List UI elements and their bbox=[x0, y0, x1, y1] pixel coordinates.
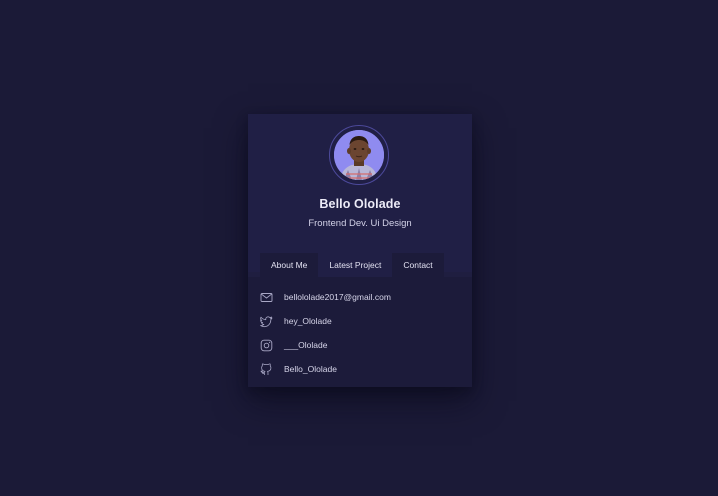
github-icon bbox=[260, 363, 273, 376]
avatar bbox=[334, 130, 384, 180]
tab-contact[interactable]: Contact bbox=[392, 253, 444, 277]
instagram-icon bbox=[260, 339, 273, 352]
profile-card: Bello Ololade Frontend Dev. Ui Design Ab… bbox=[248, 114, 472, 387]
tab-latest-project[interactable]: Latest Project bbox=[318, 253, 393, 277]
contact-github-row[interactable]: Bello_Ololade bbox=[260, 362, 337, 376]
contact-panel: bellololade2017@gmail.com hey_Ololade __… bbox=[248, 277, 472, 387]
page-background: Bello Ololade Frontend Dev. Ui Design Ab… bbox=[0, 0, 718, 496]
contact-instagram: ___Ololade bbox=[284, 340, 328, 350]
contact-instagram-row[interactable]: ___Ololade bbox=[260, 338, 327, 352]
mail-icon bbox=[260, 291, 273, 304]
contact-email: bellololade2017@gmail.com bbox=[284, 292, 391, 302]
contact-email-row[interactable]: bellololade2017@gmail.com bbox=[260, 290, 391, 304]
contact-twitter-row[interactable]: hey_Ololade bbox=[260, 314, 332, 328]
profile-tabs: About Me Latest Project Contact bbox=[260, 253, 444, 277]
profile-role: Frontend Dev. Ui Design bbox=[308, 218, 412, 229]
contact-twitter: hey_Ololade bbox=[284, 316, 332, 326]
profile-name: Bello Ololade bbox=[319, 197, 401, 211]
avatar-photo bbox=[334, 130, 384, 180]
contact-github: Bello_Ololade bbox=[284, 364, 337, 374]
tab-about-me[interactable]: About Me bbox=[260, 253, 319, 277]
profile-header: Bello Ololade Frontend Dev. Ui Design Ab… bbox=[248, 114, 472, 277]
avatar-ring bbox=[329, 125, 389, 185]
twitter-icon bbox=[260, 315, 273, 328]
